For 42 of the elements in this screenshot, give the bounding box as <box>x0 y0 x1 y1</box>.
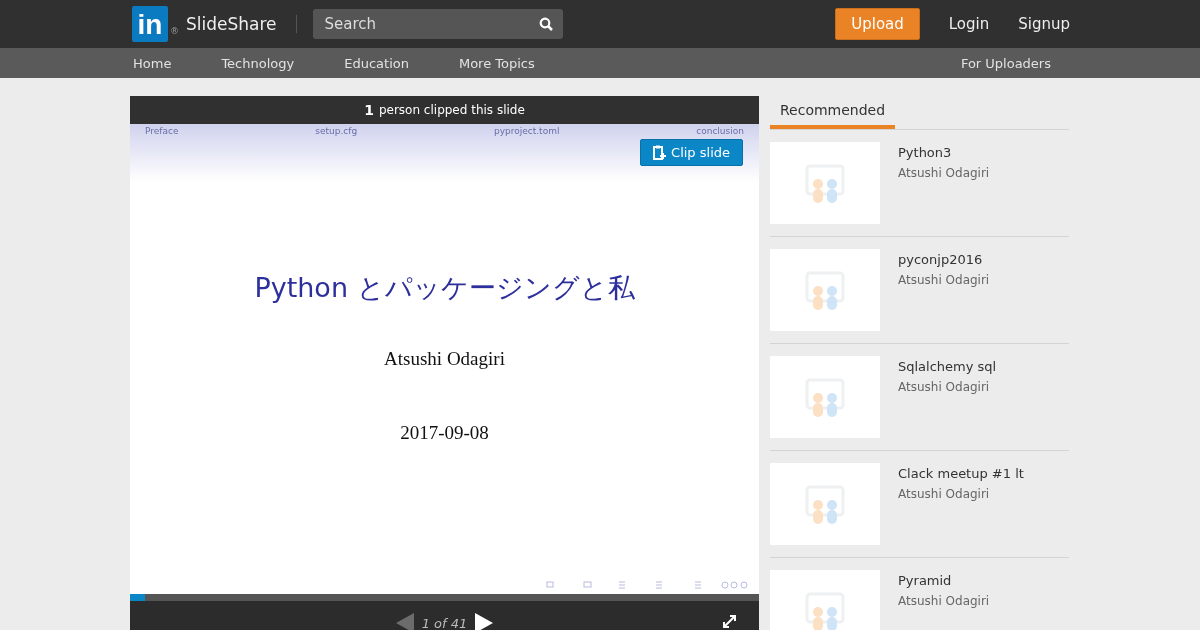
search-field[interactable]: Search <box>312 9 563 39</box>
section-label: setup.cfg <box>315 126 358 136</box>
thumbnail-icon[interactable] <box>770 463 880 545</box>
fullscreen-icon[interactable] <box>722 614 737 629</box>
thumbnail-icon[interactable] <box>770 142 880 224</box>
nav-link[interactable]: For Uploaders <box>960 55 1051 71</box>
thumbnail-icon[interactable] <box>770 249 880 331</box>
brand-name: SlideShare <box>186 14 277 34</box>
item-title[interactable]: Pyramid <box>898 573 990 588</box>
header-link[interactable]: Signup <box>1018 15 1070 33</box>
page-counter: 1 of 41 <box>421 615 468 630</box>
slide-author: Atsushi Odagiri <box>384 348 505 370</box>
item-author[interactable]: Atsushi Odagiri <box>898 594 990 608</box>
clipboard-icon <box>653 145 667 160</box>
item-author[interactable]: Atsushi Odagiri <box>898 273 990 287</box>
item-title[interactable]: Sqlalchemy sql <box>898 359 997 374</box>
nav-link[interactable]: Home <box>133 55 172 71</box>
nav-link[interactable]: Education <box>344 55 409 71</box>
logo[interactable]: in <box>132 6 168 42</box>
clip-text: person clipped this slide <box>378 103 525 117</box>
thumbnail-icon[interactable] <box>770 356 880 438</box>
tab[interactable]: Recommended <box>770 96 896 129</box>
header-link[interactable]: Login <box>948 15 990 33</box>
next-arrow[interactable] <box>475 613 494 630</box>
nav-link[interactable]: More Topics <box>458 55 535 71</box>
item-title[interactable]: Python3 <box>898 145 990 160</box>
item-title[interactable]: Clack meetup #1 lt <box>898 466 1024 481</box>
section-label: pyproject.toml <box>494 126 560 136</box>
search-icon[interactable] <box>538 17 553 31</box>
thumbnail-icon[interactable] <box>770 570 880 630</box>
slide-title: Python とパッケージングと私 <box>254 271 635 305</box>
item-author[interactable]: Atsushi Odagiri <box>898 166 990 180</box>
nav-link[interactable]: Technology <box>221 55 295 71</box>
item-author[interactable]: Atsushi Odagiri <box>898 380 997 394</box>
slide-date: 2017-09-08 <box>400 422 489 444</box>
clip-slide-button[interactable]: Clip slide <box>640 139 743 166</box>
section-label: Preface <box>145 126 179 136</box>
section-label: conclusion <box>696 126 744 136</box>
clip-count: 1 <box>364 102 374 118</box>
registered-mark: ® <box>170 26 179 36</box>
item-author[interactable]: Atsushi Odagiri <box>898 487 1024 501</box>
item-title[interactable]: pyconjp2016 <box>898 252 990 267</box>
